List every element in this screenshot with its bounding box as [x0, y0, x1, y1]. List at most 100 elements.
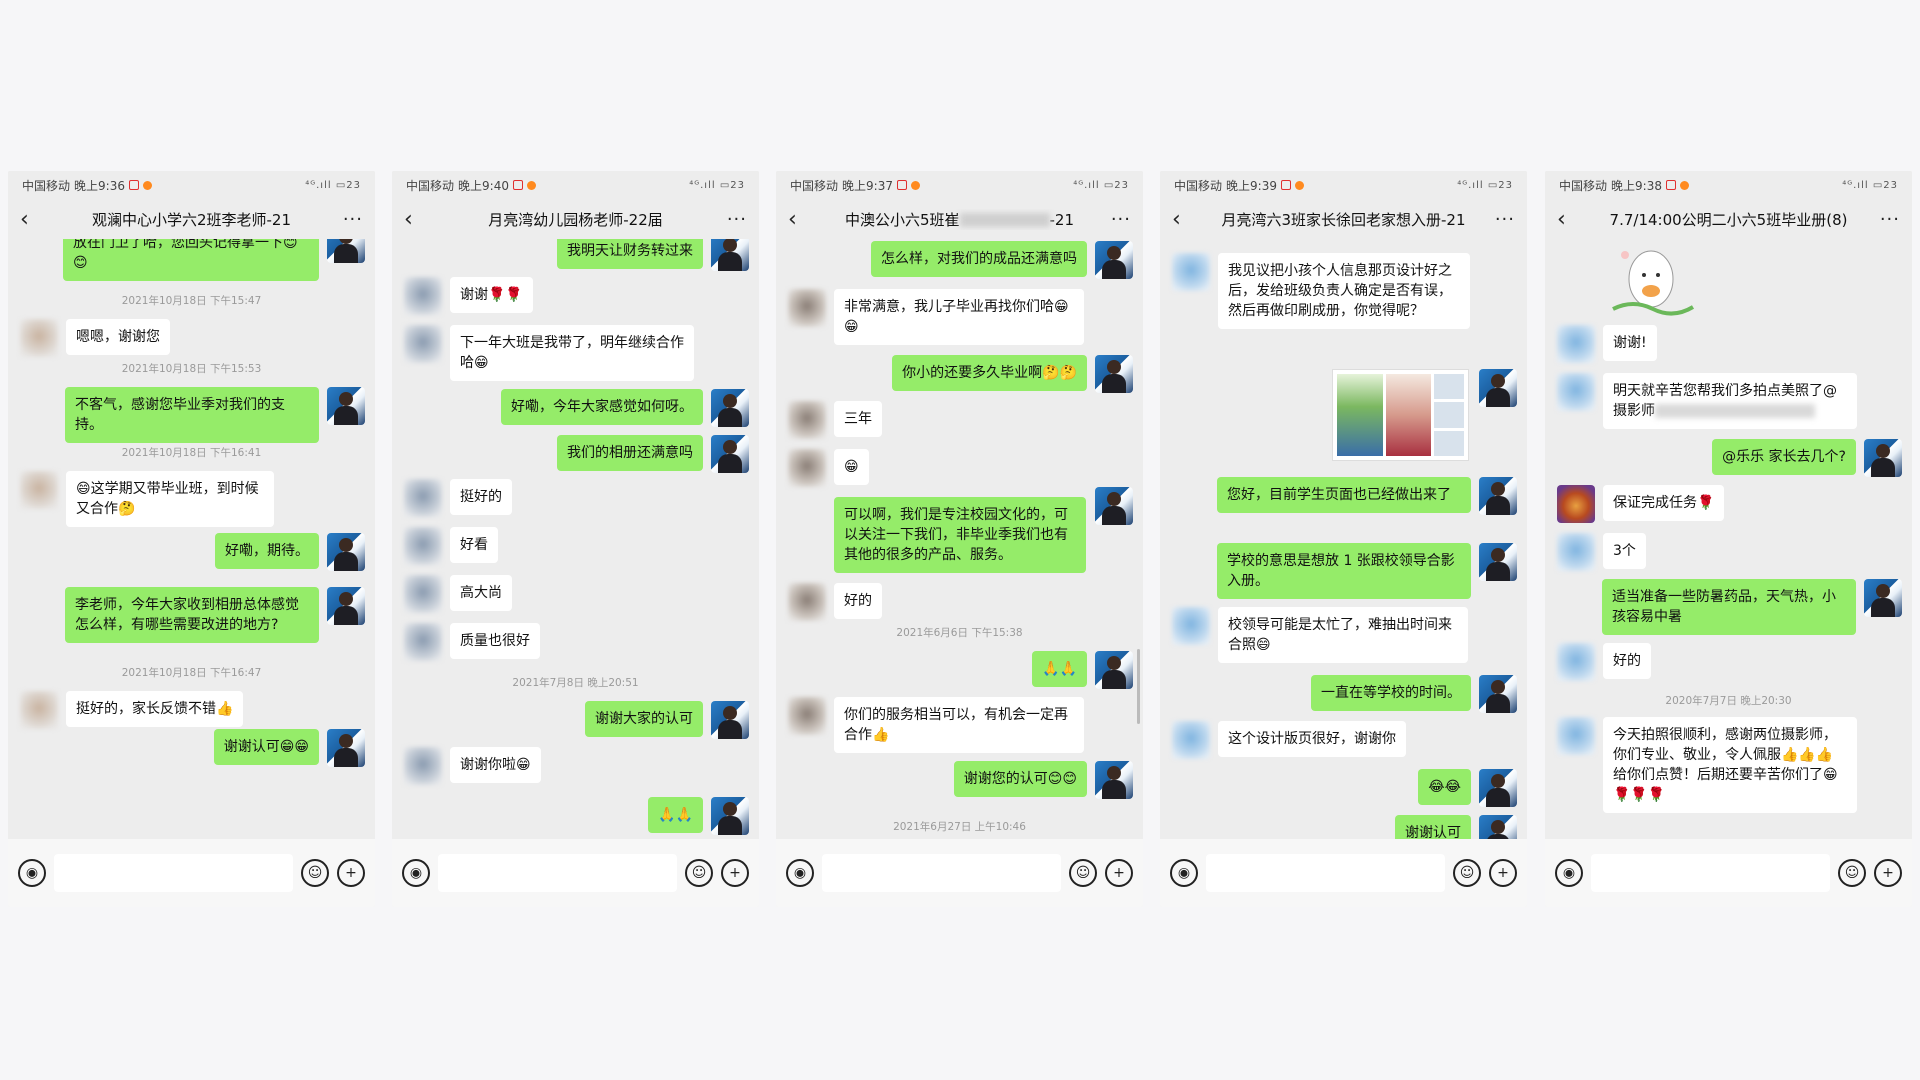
emoji-icon[interactable]: ☺ [1069, 859, 1097, 887]
image-message[interactable] [1332, 369, 1469, 461]
message-bubble[interactable]: 谢谢认可😁😁 [213, 729, 319, 765]
emoji-icon[interactable]: ☺ [1838, 859, 1866, 887]
more-options-icon[interactable]: ··· [1878, 209, 1900, 230]
avatar[interactable] [711, 435, 749, 473]
plus-icon[interactable]: + [1874, 859, 1902, 887]
avatar[interactable] [404, 527, 442, 565]
avatar[interactable] [327, 587, 365, 625]
avatar[interactable] [1479, 543, 1517, 581]
avatar[interactable] [711, 389, 749, 427]
message-bubble[interactable]: 放在门卫了哈，您回头记得拿一下😊😊 [63, 239, 319, 281]
avatar[interactable] [788, 697, 826, 735]
avatar[interactable] [1095, 651, 1133, 689]
message-bubble[interactable]: 🙏🙏 [1032, 651, 1087, 687]
message-bubble[interactable]: 谢谢您的认可😊😊 [953, 761, 1087, 797]
avatar[interactable] [1172, 607, 1210, 645]
avatar[interactable] [1479, 369, 1517, 407]
voice-icon[interactable]: ◉ [1555, 859, 1583, 887]
message-bubble[interactable]: @乐乐 家长去几个? [1712, 439, 1856, 475]
voice-icon[interactable]: ◉ [18, 859, 46, 887]
avatar[interactable] [1479, 769, 1517, 807]
back-arrow-icon[interactable]: ‹ [1172, 207, 1194, 232]
message-bubble[interactable]: 不客气，感谢您毕业季对我们的支持。 [65, 387, 319, 443]
message-bubble[interactable]: 好的 [1603, 643, 1651, 679]
avatar[interactable] [1557, 717, 1595, 755]
message-bubble[interactable]: 3个 [1603, 533, 1646, 569]
message-bubble[interactable]: 好嘞，今年大家感觉如何呀。 [501, 389, 703, 425]
emoji-icon[interactable]: ☺ [685, 859, 713, 887]
avatar[interactable] [1557, 485, 1595, 523]
avatar[interactable] [1557, 533, 1595, 571]
avatar[interactable] [327, 239, 365, 263]
message-bubble[interactable]: 今天拍照很顺利，感谢两位摄影师，你们专业、敬业，令人佩服👍👍👍给你们点赞！后期还… [1603, 717, 1857, 813]
message-bubble[interactable]: 可以啊，我们是专注校园文化的，可以关注一下我们，非毕业季我们也有其他的很多的产品… [834, 497, 1086, 573]
avatar[interactable] [1479, 477, 1517, 515]
avatar[interactable] [404, 325, 442, 363]
message-bubble[interactable]: 挺好的，家长反馈不错👍 [66, 691, 244, 727]
message-bubble[interactable]: 好看 [450, 527, 498, 563]
message-bubble[interactable]: 适当准备一些防暑药品，天气热，小孩容易中暑 [1602, 579, 1856, 635]
avatar[interactable] [20, 691, 58, 729]
emoji-icon[interactable]: ☺ [1453, 859, 1481, 887]
plus-icon[interactable]: + [1105, 859, 1133, 887]
message-bubble[interactable]: 一直在等学校的时间。 [1311, 675, 1471, 711]
message-bubble[interactable]: 这个设计版页很好，谢谢你 [1218, 721, 1406, 757]
more-options-icon[interactable]: ··· [1109, 209, 1131, 230]
message-bubble[interactable]: 谢谢! [1603, 325, 1657, 361]
avatar[interactable] [1095, 761, 1133, 799]
avatar[interactable] [404, 479, 442, 517]
more-options-icon[interactable]: ··· [725, 209, 747, 230]
avatar[interactable] [1172, 253, 1210, 291]
message-bubble[interactable]: 我们的相册还满意吗 [557, 435, 703, 471]
message-input[interactable] [1206, 854, 1445, 892]
avatar[interactable] [1864, 579, 1902, 617]
message-bubble[interactable]: 非常满意，我儿子毕业再找你们哈😁😁 [834, 289, 1084, 345]
message-bubble[interactable]: 我明天让财务转过来 [557, 239, 703, 269]
message-bubble[interactable]: 😁 [834, 449, 869, 485]
avatar[interactable] [788, 449, 826, 487]
voice-icon[interactable]: ◉ [786, 859, 814, 887]
avatar[interactable] [1095, 241, 1133, 279]
message-bubble[interactable]: 怎么样，对我们的成品还满意吗 [871, 241, 1087, 277]
message-bubble[interactable]: 三年 [834, 401, 882, 437]
message-bubble[interactable]: 谢谢大家的认可 [585, 701, 703, 737]
avatar[interactable] [711, 701, 749, 739]
message-bubble[interactable]: 挺好的 [450, 479, 512, 515]
avatar[interactable] [711, 239, 749, 271]
back-arrow-icon[interactable]: ‹ [1557, 207, 1579, 232]
plus-icon[interactable]: + [337, 859, 365, 887]
message-list[interactable]: 怎么样，对我们的成品还满意吗 非常满意，我儿子毕业再找你们哈😁😁 你小的还要多久… [776, 239, 1143, 839]
message-input[interactable] [438, 854, 677, 892]
voice-icon[interactable]: ◉ [402, 859, 430, 887]
message-bubble[interactable]: 好嘞，期待。 [215, 533, 319, 569]
avatar[interactable] [1557, 643, 1595, 681]
message-bubble[interactable]: 谢谢认可 [1395, 815, 1471, 839]
message-bubble[interactable]: 您好，目前学生页面也已经做出来了 [1217, 477, 1471, 513]
back-arrow-icon[interactable]: ‹ [788, 207, 810, 232]
message-bubble[interactable]: 质量也很好 [450, 623, 540, 659]
message-bubble[interactable]: 😄这学期又带毕业班，到时候又合作🤔 [66, 471, 274, 527]
message-list[interactable]: 放在门卫了哈，您回头记得拿一下😊😊 2021年10月18日 下午15:47 嗯嗯… [8, 239, 375, 839]
message-bubble[interactable]: 校领导可能是太忙了，难抽出时间来合照😄 [1218, 607, 1468, 663]
avatar[interactable] [1479, 815, 1517, 839]
more-options-icon[interactable]: ··· [1493, 209, 1515, 230]
avatar[interactable] [1095, 487, 1133, 525]
avatar[interactable] [327, 729, 365, 767]
message-bubble[interactable]: 嗯嗯，谢谢您 [66, 319, 170, 355]
message-bubble[interactable]: 😂😂 [1418, 769, 1471, 805]
sticker-image[interactable] [1603, 239, 1699, 317]
avatar[interactable] [1864, 439, 1902, 477]
message-input[interactable] [822, 854, 1061, 892]
scrollbar[interactable] [1137, 649, 1140, 724]
avatar[interactable] [20, 319, 58, 357]
message-bubble[interactable]: 谢谢你啦😁 [450, 747, 541, 783]
more-options-icon[interactable]: ··· [341, 209, 363, 230]
avatar[interactable] [404, 277, 442, 315]
avatar[interactable] [1095, 355, 1133, 393]
message-bubble[interactable]: 下一年大班是我带了，明年继续合作哈😁 [450, 325, 694, 381]
message-bubble[interactable]: 好的 [834, 583, 882, 619]
message-input[interactable] [1591, 854, 1830, 892]
avatar[interactable] [711, 797, 749, 835]
message-bubble[interactable]: 你们的服务相当可以，有机会一定再合作👍 [834, 697, 1084, 753]
avatar[interactable] [1479, 675, 1517, 713]
